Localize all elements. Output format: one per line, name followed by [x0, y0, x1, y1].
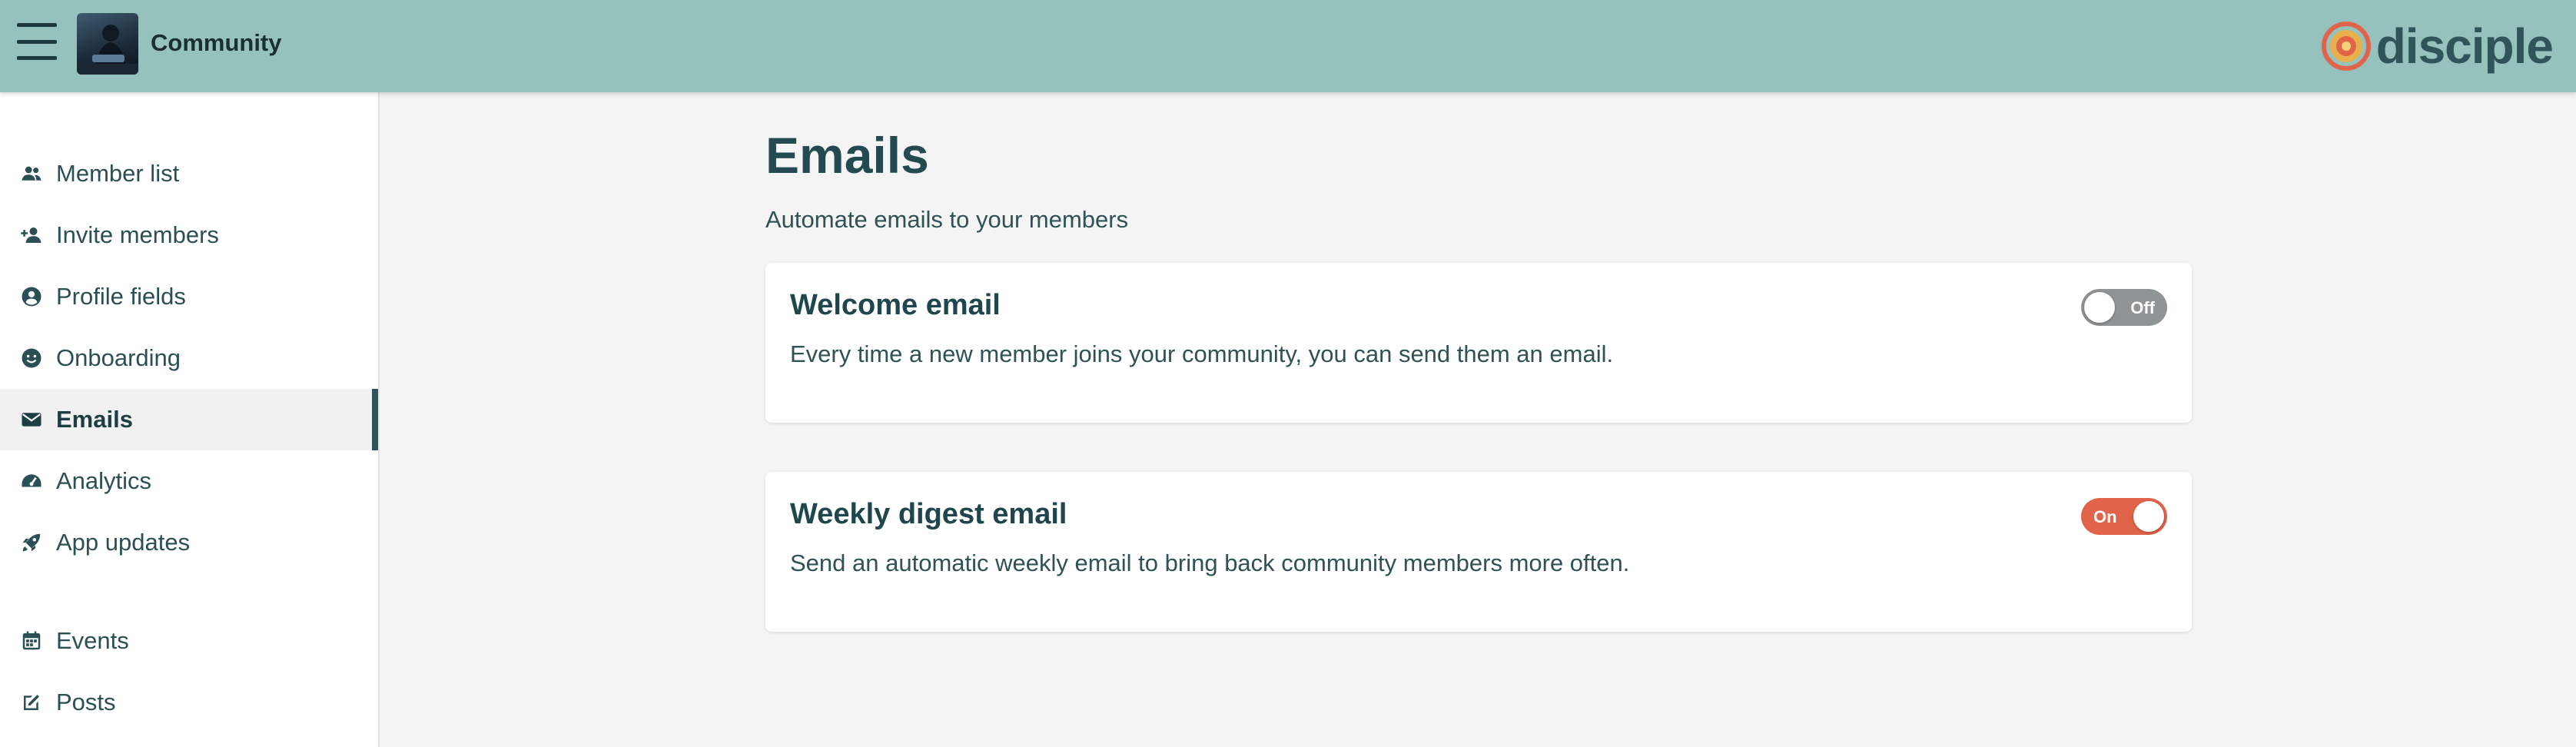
- weekly-digest-card: Weekly digest email Send an automatic we…: [765, 472, 2192, 632]
- page-subtitle: Automate emails to your members: [765, 206, 1129, 233]
- page-title: Emails: [765, 127, 929, 184]
- card-title: Welcome email: [790, 289, 1001, 321]
- sidebar-item-onboarding[interactable]: Onboarding: [0, 327, 378, 389]
- card-title: Weekly digest email: [790, 498, 1067, 530]
- weekly-digest-toggle[interactable]: On: [2081, 498, 2167, 535]
- sidebar-item-events[interactable]: Events: [0, 610, 378, 672]
- gauge-icon: [22, 474, 41, 487]
- welcome-email-card: Welcome email Every time a new member jo…: [765, 263, 2192, 423]
- toggle-knob: [2084, 292, 2115, 323]
- sidebar-item-label: Events: [56, 627, 129, 654]
- toggle-knob: [2133, 501, 2164, 532]
- rocket-icon: [22, 533, 41, 552]
- sidebar-item-label: Invite members: [56, 221, 219, 248]
- toggle-state-label: On: [2093, 507, 2117, 526]
- sidebar-item-posts[interactable]: Posts: [0, 672, 378, 733]
- sidebar-item-label: Emails: [56, 406, 133, 433]
- welcome-email-toggle[interactable]: Off: [2081, 289, 2167, 326]
- members-icon: [22, 166, 41, 181]
- community-photo-icon: [77, 25, 138, 75]
- sidebar-item-label: Member list: [56, 160, 180, 187]
- sidebar-item-member-list[interactable]: Member list: [0, 143, 378, 204]
- disciple-logo-icon: [2321, 22, 2371, 71]
- calendar-icon: [22, 631, 41, 650]
- community-logo[interactable]: [77, 13, 138, 75]
- sidebar-item-label: Posts: [56, 689, 116, 715]
- smiley-icon: [22, 348, 41, 368]
- sidebar-item-analytics[interactable]: Analytics: [0, 450, 378, 512]
- card-description: Every time a new member joins your commu…: [790, 340, 1614, 367]
- mail-icon: [22, 413, 41, 427]
- sidebar-item-app-updates[interactable]: App updates: [0, 512, 378, 573]
- toggle-state-label: Off: [2130, 298, 2155, 317]
- sidebar-item-label: Profile fields: [56, 283, 186, 310]
- sidebar-item-profile-fields[interactable]: Profile fields: [0, 266, 378, 327]
- add-person-icon: [21, 227, 41, 243]
- sidebar-item-invite-members[interactable]: Invite members: [0, 204, 378, 266]
- sidebar-item-label: Analytics: [56, 467, 152, 494]
- brand-logo: disciple: [2321, 17, 2554, 75]
- community-name[interactable]: Community: [151, 29, 282, 57]
- sidebar-item-label: App updates: [56, 529, 191, 556]
- sidebar: Member list Invite members Profile field…: [0, 92, 380, 747]
- profile-icon: [22, 287, 41, 307]
- sidebar-item-emails[interactable]: Emails: [0, 389, 378, 450]
- edit-icon: [24, 695, 39, 710]
- card-description: Send an automatic weekly email to bring …: [790, 549, 1630, 576]
- brand-name: disciple: [2375, 18, 2554, 74]
- menu-icon[interactable]: [17, 23, 57, 60]
- top-bar: Community disciple: [0, 0, 2576, 92]
- sidebar-item-label: Onboarding: [56, 344, 181, 371]
